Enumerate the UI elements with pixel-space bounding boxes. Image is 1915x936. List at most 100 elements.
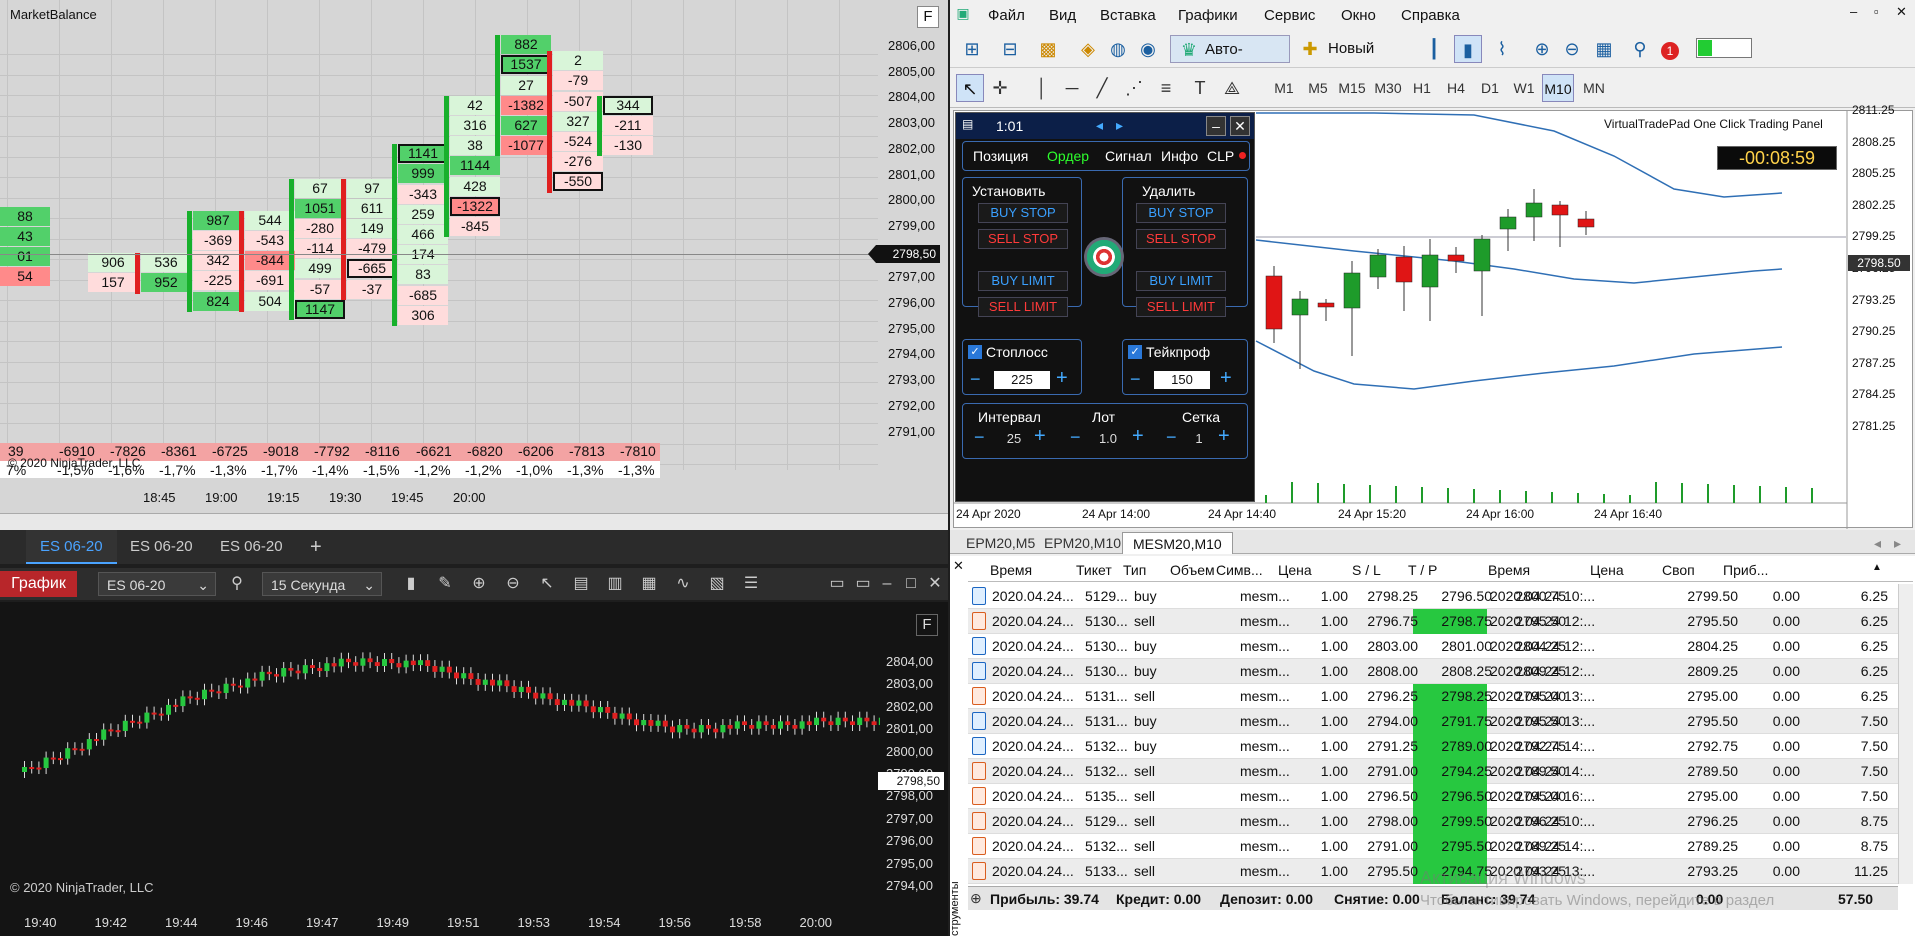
column-header[interactable]: Время	[1488, 562, 1530, 578]
zoom-out-icon[interactable]: ⊖	[1558, 35, 1586, 63]
search-icon[interactable]: ⚲	[1626, 35, 1654, 63]
tab-clp[interactable]: CLP	[1207, 148, 1234, 164]
close-icon[interactable]: ✕	[953, 558, 964, 574]
timeframe-m30[interactable]: M30	[1372, 74, 1404, 102]
zoom-in-icon[interactable]: ⊕	[468, 573, 490, 595]
sell-stop-button[interactable]: SELL STOP	[978, 229, 1068, 249]
tab-es-3[interactable]: ES 06-20	[206, 530, 297, 564]
chart-trader-icon[interactable]: ▧	[706, 573, 728, 595]
tab-epm20-m10[interactable]: EPM20,M10	[1034, 532, 1131, 554]
cursor-icon[interactable]: ↖	[956, 74, 984, 102]
column-header[interactable]: Цена	[1590, 562, 1624, 578]
navigator-icon[interactable]: ◍	[1104, 35, 1132, 63]
text-icon[interactable]: T	[1186, 74, 1214, 102]
tile-icon-2[interactable]: ▭	[852, 573, 874, 595]
plus-circle-icon[interactable]: ⊕	[970, 890, 982, 907]
table-row[interactable]: 2020.04.24... 5129... sell 1.00 mesm... 2798.…	[968, 809, 1898, 834]
vertical-line-icon[interactable]: │	[1028, 74, 1056, 102]
candlestick-chart[interactable]: F 2804,00 2803,00 2802,00 2801,00 2800,00 279…	[0, 602, 948, 936]
takeprofit-minus-button[interactable]: −	[1130, 369, 1141, 390]
shapes-icon[interactable]: ⟁	[1218, 74, 1246, 102]
signal-icon[interactable]: ◉	[1134, 35, 1162, 63]
sell-limit-button[interactable]: SELL LIMIT	[978, 297, 1068, 317]
menu-help[interactable]: Справка	[1401, 7, 1460, 24]
tab-order[interactable]: Ордер	[1047, 148, 1089, 164]
mt-chart[interactable]: VirtualTradePad One Click Trading Panel …	[953, 103, 1913, 529]
buy-limit-button[interactable]: BUY LIMIT	[978, 271, 1068, 291]
pencil-icon[interactable]: ✎	[434, 573, 456, 595]
new-order-button[interactable]: ✚Новый ордер	[1294, 35, 1408, 85]
list-icon[interactable]: ☰	[740, 573, 762, 595]
data-window-icon[interactable]: ◈	[1074, 35, 1102, 63]
minimize-icon[interactable]: –	[876, 573, 898, 595]
menu-insert[interactable]: Вставка	[1100, 7, 1156, 24]
stoploss-plus-button[interactable]: +	[1056, 367, 1068, 390]
properties-icon[interactable]: ▥	[604, 573, 626, 595]
close-icon[interactable]: ✕	[924, 573, 946, 595]
column-header[interactable]: Время	[990, 562, 1032, 578]
table-row[interactable]: 2020.04.24... 5131... buy 1.00 mesm... 2794.0…	[968, 709, 1898, 734]
prev-icon[interactable]: ◂	[1096, 117, 1103, 134]
minimize-icon[interactable]: –	[1850, 4, 1857, 19]
grid-value[interactable]: 1	[1184, 431, 1214, 446]
horizontal-line-icon[interactable]: ─	[1058, 74, 1086, 102]
vertical-scrollbar[interactable]	[1898, 584, 1913, 884]
timeframe-h1[interactable]: H1	[1406, 74, 1438, 102]
restore-icon[interactable]: ▫	[1874, 4, 1879, 19]
stoploss-checkbox[interactable]: ✓	[968, 345, 982, 359]
search-icon[interactable]: ⚲	[226, 573, 248, 595]
crosshair-icon[interactable]: ✛	[986, 74, 1014, 102]
timeframe-d1[interactable]: D1	[1474, 74, 1506, 102]
table-row[interactable]: 2020.04.24... 5131... sell 1.00 mesm... 2796.…	[968, 684, 1898, 709]
notification-icon[interactable]: 1	[1656, 35, 1684, 63]
profiles-icon[interactable]: ⊟	[996, 35, 1024, 63]
close-icon[interactable]: ✕	[1230, 116, 1250, 136]
stoploss-minus-button[interactable]: −	[970, 369, 981, 390]
f-button[interactable]: F	[916, 614, 938, 636]
tab-info[interactable]: Инфо	[1161, 148, 1198, 164]
interval-value[interactable]: 25	[994, 431, 1034, 446]
market-balance-chart[interactable]: 88 43 01 54 906 157 536 952 987 -369 342 -225 824 544…	[0, 0, 948, 530]
column-header[interactable]: Тип	[1123, 562, 1146, 578]
zoom-in-icon[interactable]: ⊕	[1528, 35, 1556, 63]
tab-scroll-right-icon[interactable]: ▸	[1884, 532, 1911, 554]
column-header[interactable]: T / P	[1408, 562, 1437, 578]
auto-trading-button[interactable]: ♛Авто-торговля	[1170, 35, 1290, 86]
column-header[interactable]: Приб...	[1723, 562, 1768, 578]
menu-view[interactable]: Вид	[1049, 7, 1076, 24]
table-row[interactable]: 2020.04.24... 5130... sell 1.00 mesm... 2796.…	[968, 609, 1898, 634]
remove-sell-stop-button[interactable]: SELL STOP	[1136, 229, 1226, 249]
candlestick-icon[interactable]: ▮	[1454, 35, 1482, 63]
tab-es-2[interactable]: ES 06-20	[116, 530, 207, 564]
fibonacci-icon[interactable]: ≡	[1152, 74, 1180, 102]
close-icon[interactable]: ✕	[1896, 4, 1907, 20]
zoom-out-icon[interactable]: ⊖	[502, 573, 524, 595]
takeprofit-plus-button[interactable]: +	[1220, 367, 1232, 390]
table-row[interactable]: 2020.04.24... 5129... buy 1.00 mesm... 2798.2…	[968, 584, 1898, 609]
tab-signal[interactable]: Сигнал	[1105, 148, 1152, 164]
tab-epm20-m5[interactable]: EPM20,M5	[956, 532, 1045, 554]
timeframe-m15[interactable]: M15	[1336, 74, 1368, 102]
menu-tools[interactable]: Сервис	[1264, 7, 1315, 24]
timeframe-w1[interactable]: W1	[1508, 74, 1540, 102]
sort-arrow-icon[interactable]: ▲	[1872, 562, 1882, 573]
timeframe-h4[interactable]: H4	[1440, 74, 1472, 102]
timeframe-m1[interactable]: M1	[1268, 74, 1300, 102]
grid-minus-button[interactable]: −	[1166, 427, 1177, 448]
chart-label[interactable]: График	[0, 571, 77, 597]
bar-chart-icon[interactable]: ┃	[1420, 35, 1448, 63]
tile-icon[interactable]: ▭	[826, 573, 848, 595]
bars-icon[interactable]: ▮	[400, 573, 422, 595]
next-icon[interactable]: ▸	[1116, 117, 1123, 134]
table-row[interactable]: 2020.04.24... 5132... sell 1.00 mesm... 2791.…	[968, 759, 1898, 784]
timeframe-m5[interactable]: M5	[1302, 74, 1334, 102]
channel-icon[interactable]: ⋰	[1120, 74, 1148, 102]
f-button[interactable]: F	[917, 6, 939, 28]
tab-es-1[interactable]: ES 06-20	[26, 530, 117, 564]
column-header[interactable]: Цена	[1278, 562, 1312, 578]
menu-charts[interactable]: Графики	[1178, 7, 1238, 24]
buy-stop-button[interactable]: BUY STOP	[978, 203, 1068, 223]
new-chart-icon[interactable]: ⊞	[958, 35, 986, 63]
remove-buy-limit-button[interactable]: BUY LIMIT	[1136, 271, 1226, 291]
timeframe-m10[interactable]: M10	[1542, 74, 1574, 102]
